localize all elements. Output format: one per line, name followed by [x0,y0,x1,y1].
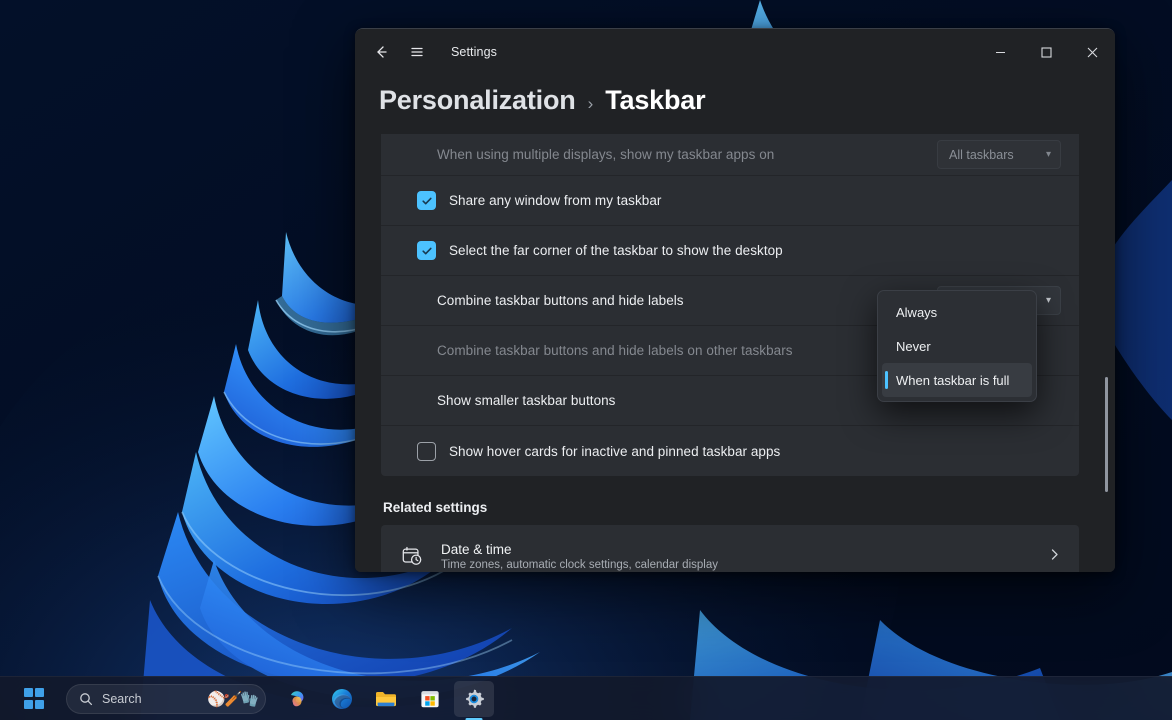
search-placeholder: Search [102,692,198,706]
dropdown-option-label: Always [896,305,937,320]
back-arrow-icon[interactable] [363,36,399,68]
chevron-down-icon: ▾ [1046,150,1051,160]
dropdown-option-never[interactable]: Never [882,329,1032,363]
hamburger-menu-icon[interactable] [399,36,435,68]
page-title: Taskbar [605,85,705,116]
chevron-right-icon [1048,548,1061,564]
multiple-displays-row[interactable]: When using multiple displays, show my ta… [381,134,1079,176]
row-label: Show hover cards for inactive and pinned… [449,444,780,459]
breadcrumb: Personalization › Taskbar [355,75,1115,134]
desktop: Settings Personalization › Taskbar [0,0,1172,720]
multiple-displays-combo[interactable]: All taskbars ▾ [937,140,1061,169]
windows-logo-icon [24,688,45,709]
row-label: Combine taskbar buttons and hide labels … [437,343,793,358]
dropdown-option-always[interactable]: Always [882,295,1032,329]
calendar-clock-icon [399,545,425,567]
taskbar-search-box[interactable]: Search ⚾🏏🧤 [66,684,266,714]
taskbar-item-copilot[interactable] [278,681,318,717]
row-label: Share any window from my taskbar [449,193,661,208]
combo-value: All taskbars [949,148,1014,162]
row-label: Combine taskbar buttons and hide labels [437,293,684,308]
close-button[interactable] [1069,29,1115,75]
row-control: All taskbars ▾ [937,140,1061,169]
row-label: Select the far corner of the taskbar to … [449,243,783,258]
title-bar: Settings [355,29,1115,75]
taskbar-items: Search ⚾🏏🧤 [0,681,494,717]
row-label: When using multiple displays, show my ta… [437,147,774,162]
date-and-time-text: Date & time Time zones, automatic clock … [441,542,718,571]
taskbar-item-settings[interactable] [454,681,494,717]
window-controls [977,29,1115,75]
chevron-down-icon: ▾ [1046,296,1051,306]
show-desktop-corner-row[interactable]: Select the far corner of the taskbar to … [381,226,1079,276]
show-desktop-corner-checkbox[interactable] [417,241,436,260]
minimize-button[interactable] [977,29,1023,75]
search-icon [79,692,93,706]
share-any-window-row[interactable]: Share any window from my taskbar [381,176,1079,226]
date-and-time-subtitle: Time zones, automatic clock settings, ca… [441,559,718,571]
breadcrumb-parent[interactable]: Personalization [379,85,576,116]
taskbar-item-file-explorer[interactable] [366,681,406,717]
scrollbar-thumb[interactable] [1105,377,1108,492]
breadcrumb-separator-icon: › [588,94,594,114]
date-and-time-title: Date & time [441,542,718,557]
date-and-time-link[interactable]: Date & time Time zones, automatic clock … [381,525,1079,572]
combine-taskbar-buttons-dropdown: Always Never When taskbar is full [877,290,1037,402]
related-settings-title: Related settings [383,500,1079,515]
search-highlight-emoji: ⚾🏏🧤 [207,690,257,708]
dropdown-option-label: When taskbar is full [896,373,1009,388]
content-scrollbar[interactable] [1101,167,1111,497]
dropdown-option-when-taskbar-is-full[interactable]: When taskbar is full [882,363,1032,397]
hover-cards-row[interactable]: Show hover cards for inactive and pinned… [381,426,1079,476]
share-any-window-checkbox[interactable] [417,191,436,210]
windows-taskbar: Search ⚾🏏🧤 [0,676,1172,720]
app-title: Settings [451,45,497,59]
taskbar-item-store[interactable] [410,681,450,717]
taskbar-item-edge[interactable] [322,681,362,717]
hover-cards-checkbox[interactable] [417,442,436,461]
row-label: Show smaller taskbar buttons [437,393,615,408]
maximize-button[interactable] [1023,29,1069,75]
dropdown-option-label: Never [896,339,931,354]
start-button[interactable] [14,681,54,717]
